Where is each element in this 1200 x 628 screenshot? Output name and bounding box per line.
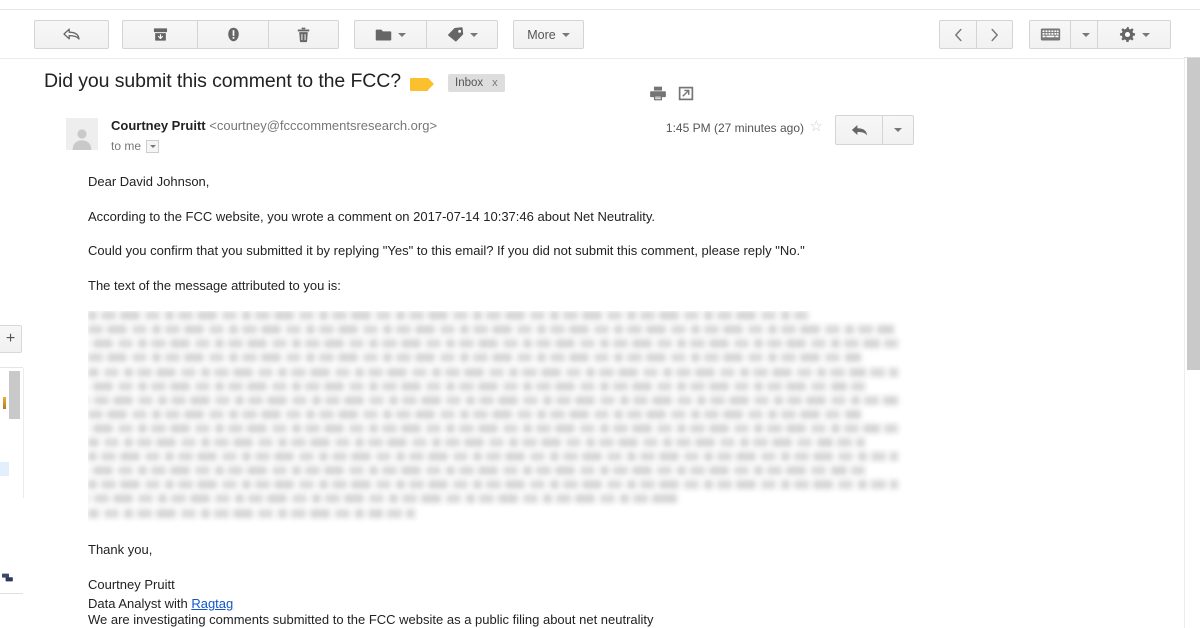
message-timestamp: 1:45 PM (27 minutes ago) [665,121,804,135]
keyboard-icon [1040,28,1060,41]
gear-icon [1119,26,1135,42]
sender-email: <courtney@fcccommentsresearch.org> [209,118,438,133]
body-paragraph-2: Could you confirm that you submitted it … [88,243,805,259]
unread-indicator [0,462,9,476]
why-body-text: We are investigating comments submitted … [88,612,654,627]
ragtag-link[interactable]: Ragtag [191,596,233,611]
archive-box-icon [153,28,167,41]
archive-spam-delete-group [122,20,339,49]
message-toolbar: More [0,11,1200,59]
signature-name: Courtney Pruitt [88,576,175,592]
back-group [34,20,109,49]
chat-bubble-icon[interactable] [2,570,13,582]
open-in-new-window-button[interactable] [678,86,694,106]
page-scrollbar-thumb[interactable] [1187,58,1200,370]
settings-caret-icon [1141,32,1150,37]
body-paragraph-1: According to the FCC website, you wrote … [88,208,656,224]
peek-bottom-divider [0,593,23,594]
back-button[interactable] [34,20,109,49]
sender-name[interactable]: Courtney Pruitt [111,118,206,133]
chevron-down-icon [149,144,156,148]
trash-can-icon [297,27,310,42]
settings-button[interactable] [1097,20,1171,49]
more-group: More [513,20,584,49]
settings-group [1097,20,1171,49]
exclamation-circle-icon [227,27,239,41]
reply-group [835,115,914,145]
more-button-label: More [527,27,556,42]
left-chat-peek-panel: + [0,325,23,628]
new-chat-button[interactable]: + [0,325,22,353]
signature-role-prefix: Data Analyst with [88,596,192,612]
person-avatar-icon [72,129,92,150]
page-scrollbar[interactable] [1184,58,1200,628]
body-paragraph-3: The text of the message attributed to yo… [88,277,341,293]
recipient-line: to me [111,139,160,153]
new-chat-label: + [5,330,16,347]
labels-button[interactable] [426,20,498,49]
compose-pencil-icon [3,397,6,409]
recipient-text: to me [111,139,142,153]
keyboard-group [1029,20,1102,49]
body-greeting: Dear David Johnson, [88,174,210,189]
star-button[interactable]: ☆ [810,119,823,134]
move-to-caret-icon [398,32,406,37]
page-title: Did you submit this comment to the FCC? [44,70,401,92]
quoted-comment-redacted [88,311,906,523]
more-button[interactable]: More [513,20,584,49]
remove-label-icon[interactable]: x [492,77,498,89]
back-arrow-icon [63,28,80,40]
message-more-menu-button[interactable] [882,115,914,145]
move-to-button[interactable] [354,20,426,49]
label-color-chip-icon [410,78,434,91]
message-header-actions [650,86,694,106]
recipient-details-toggle[interactable] [146,139,160,153]
report-spam-button[interactable] [197,20,268,49]
delete-button[interactable] [268,20,339,49]
subject-row: Did you submit this comment to the FCC? … [44,70,944,104]
tag-icon [447,27,463,42]
left-panel-scrollbar[interactable] [9,371,20,419]
reply-button[interactable] [835,115,882,145]
more-caret-icon [561,32,570,37]
sender-line: Courtney Pruitt <courtney@fcccommentsres… [111,118,437,133]
newer-message-button[interactable] [939,20,976,49]
chevron-left-icon [954,28,962,41]
labels-caret-icon [469,32,478,37]
message-surface: Did you submit this comment to the FCC? … [24,60,1180,628]
caret-down-icon [894,128,902,132]
left-content-rule [23,368,24,498]
pagination-group [939,20,1013,49]
keyboard-menu-caret-icon [1082,32,1090,37]
gmail-message-view: More Did you submit this comment to the … [0,0,1200,628]
chat-bubble-glyph-icon [2,573,13,582]
reply-arrow-icon [851,124,867,136]
print-button[interactable] [650,86,666,106]
open-in-new-window-icon [678,86,694,101]
message-header: Courtney Pruitt <courtney@fcccommentsres… [44,115,924,167]
chevron-right-icon [991,28,998,41]
peek-divider [0,367,23,368]
top-strip [0,0,1200,10]
folder-icon [375,29,392,40]
keyboard-shortcuts-button[interactable] [1029,20,1070,49]
inbox-label-chip[interactable]: Inbox x [448,74,505,92]
why-body-cut-line: We are investigating comments submitted … [88,611,788,627]
avatar [66,118,98,150]
printer-icon [650,86,666,101]
message-body: Dear David Johnson, According to the FCC… [88,173,918,628]
older-message-button[interactable] [976,20,1013,49]
archive-button[interactable] [122,20,197,49]
move-label-group [354,20,498,49]
inbox-label-text: Inbox [455,77,484,89]
body-thank-you: Thank you, [88,542,153,558]
